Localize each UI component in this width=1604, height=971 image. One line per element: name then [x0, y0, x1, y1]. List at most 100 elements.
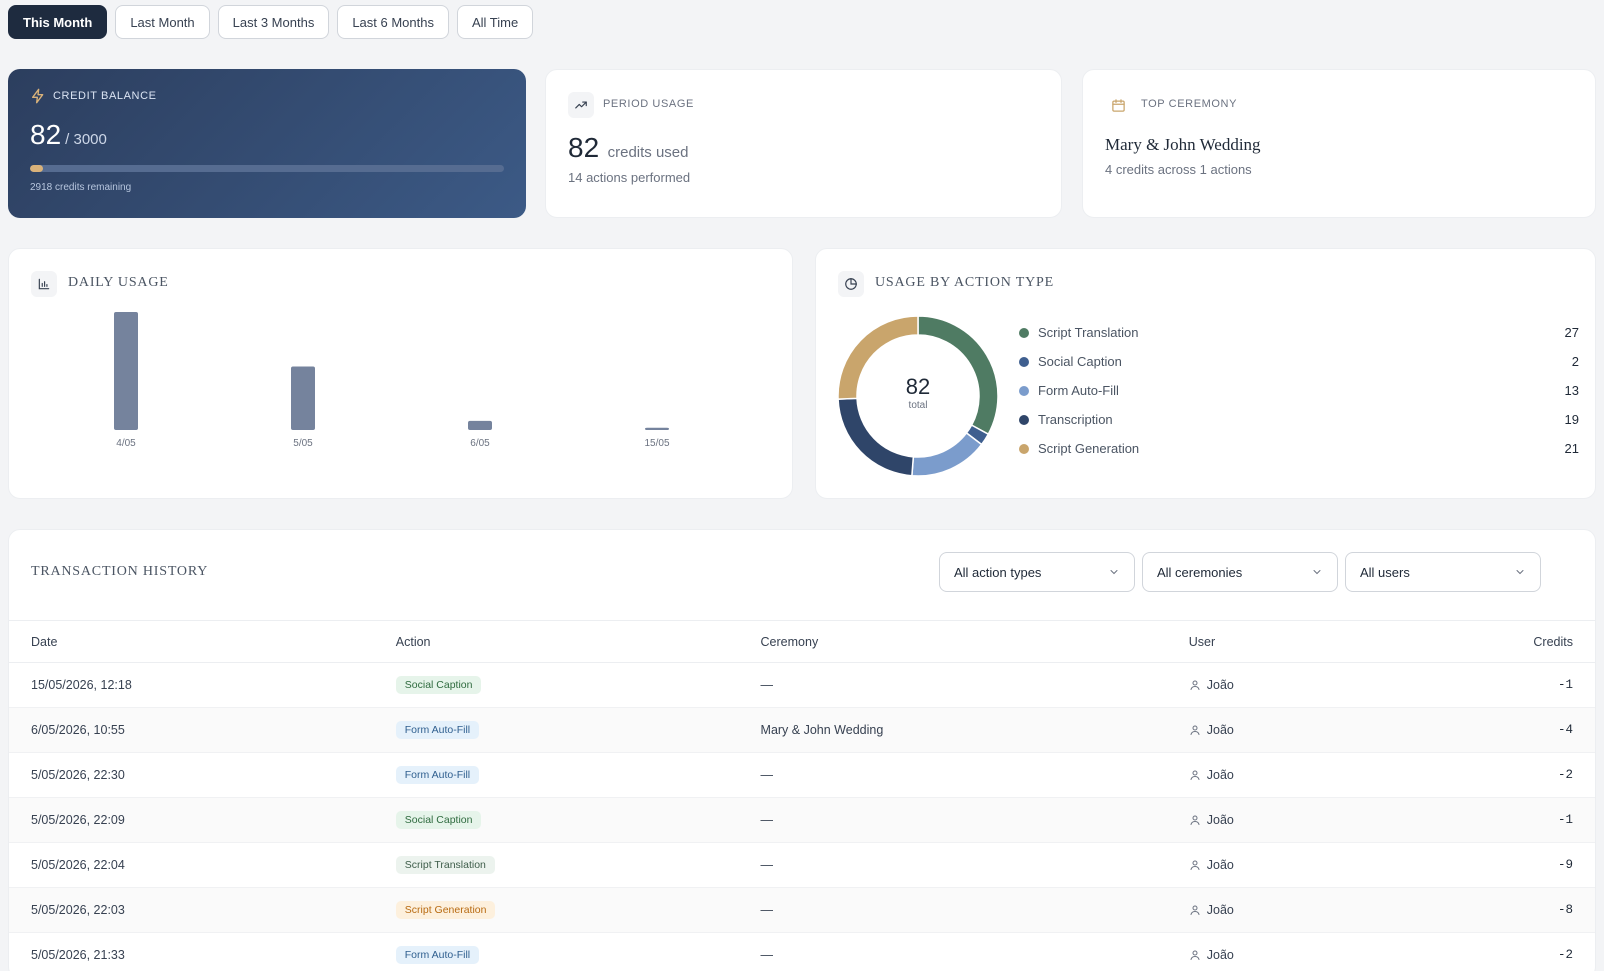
date-cell: 15/05/2026, 12:18	[9, 662, 374, 708]
table-row[interactable]: 15/05/2026, 12:18 Social Caption — João -1	[9, 662, 1595, 708]
action-badge: Social Caption	[395, 811, 482, 829]
user-cell: João	[1166, 842, 1421, 888]
legend-item: Script Translation 27	[1019, 325, 1579, 340]
legend-item: Social Caption 2	[1019, 354, 1579, 369]
legend-label: Transcription	[1038, 412, 1113, 427]
filter-label: All users	[1360, 564, 1410, 580]
bar-5/05[interactable]	[291, 366, 315, 430]
user-name: João	[1206, 723, 1234, 737]
legend-label: Script Translation	[1038, 325, 1139, 340]
donut-slice-form-auto-fill[interactable]	[911, 431, 983, 476]
period-tab-last-3-months[interactable]: Last 3 Months	[217, 5, 330, 39]
action-cell: Form Auto-Fill	[373, 752, 739, 798]
user-name: João	[1206, 813, 1234, 827]
chevron-down-icon	[1516, 570, 1524, 575]
column-header-ceremony: Ceremony	[738, 620, 1167, 663]
ceremony-cell: —	[738, 932, 1167, 971]
credits-cell: -2	[1420, 752, 1595, 798]
period-usage-caption: PERIOD USAGE	[603, 98, 694, 110]
user-cell: João	[1166, 932, 1421, 971]
user-icon	[1190, 860, 1200, 870]
user-icon	[1190, 680, 1200, 690]
balance-number: 82	[30, 119, 62, 150]
period-tab-last-month[interactable]: Last Month	[115, 5, 210, 39]
chevron-down-icon	[1313, 570, 1321, 575]
balance-total: / 3000	[65, 131, 107, 148]
period-usage-card: PERIOD USAGE 82 credits used 14 actions …	[545, 69, 1062, 218]
period-usage-value: 82 credits used	[568, 132, 688, 164]
action-cell: Form Auto-Fill	[373, 932, 739, 971]
x-tick-label: 6/05	[470, 438, 490, 449]
user-name: João	[1206, 858, 1234, 872]
ceremony-cell: —	[738, 797, 1167, 843]
user-name: João	[1206, 768, 1234, 782]
credits-cell: -8	[1420, 887, 1595, 933]
top-ceremony-sub: 4 credits across 1 actions	[1105, 162, 1252, 177]
table-row[interactable]: 5/05/2026, 22:09 Social Caption — João -1	[9, 797, 1595, 843]
actions-performed: 14 actions performed	[568, 170, 691, 185]
ceremony-cell: —	[738, 752, 1167, 798]
transaction-history-card: TRANSACTION HISTORY All action types All …	[8, 529, 1596, 971]
history-table-body: 15/05/2026, 12:18 Social Caption — João -1 6/…	[9, 662, 1595, 971]
action-cell: Form Auto-Fill	[373, 707, 739, 753]
bar-15/05[interactable]	[645, 427, 669, 430]
action-cell: Social Caption	[373, 662, 739, 708]
column-header-credits: Credits	[1420, 620, 1595, 663]
user-cell: João	[1166, 752, 1421, 798]
x-tick-label: 4/05	[116, 438, 136, 449]
daily-usage-card: DAILY USAGE 4/05 5/05 6/05 15/05	[8, 248, 793, 499]
action-badge: Social Caption	[395, 676, 482, 694]
date-cell: 5/05/2026, 21:33	[9, 932, 374, 971]
legend-value: 19	[1564, 412, 1579, 427]
ceremony-cell: —	[738, 887, 1167, 933]
transaction-history-title: TRANSACTION HISTORY	[31, 564, 209, 579]
credits-cell: -1	[1420, 797, 1595, 843]
chevron-down-icon	[1110, 570, 1118, 575]
usage-by-type-title: USAGE BY ACTION TYPE	[875, 275, 1054, 290]
donut-total: 82	[905, 374, 931, 399]
user-icon	[1190, 725, 1200, 735]
ceremony-filter[interactable]: All ceremonies	[1142, 552, 1338, 592]
action-badge: Script Generation	[395, 901, 496, 919]
credit-balance-caption: CREDIT BALANCE	[53, 90, 157, 102]
credits-cell: -4	[1420, 707, 1595, 753]
column-header-date: Date	[9, 620, 374, 663]
pie-chart-icon	[838, 271, 864, 297]
period-tab-all-time[interactable]: All Time	[456, 5, 534, 39]
action-badge: Script Translation	[395, 856, 495, 874]
bar-6/05[interactable]	[468, 420, 492, 430]
usage-number: 82	[568, 132, 600, 163]
table-row[interactable]: 5/05/2026, 22:03 Script Generation — João -8	[9, 887, 1595, 933]
x-tick-label: 15/05	[644, 438, 669, 449]
user-name: João	[1206, 678, 1234, 692]
table-row[interactable]: 6/05/2026, 10:55 Form Auto-Fill Mary & Joh…	[9, 707, 1595, 753]
table-header-row: Date Action Ceremony User Credits	[9, 620, 1595, 663]
user-filter[interactable]: All users	[1345, 552, 1541, 592]
action-badge: Form Auto-Fill	[395, 766, 480, 784]
legend-item: Form Auto-Fill 13	[1019, 383, 1579, 398]
credits-remaining: 2918 credits remaining	[30, 182, 132, 193]
top-ceremony-name: Mary & John Wedding	[1105, 135, 1261, 154]
legend-value: 2	[1571, 354, 1579, 369]
history-table-wrap: Date Action Ceremony User Credits 15/05/2026…	[9, 620, 1595, 971]
credit-balance-card: CREDIT BALANCE 82/ 3000 2918 credits rem…	[8, 69, 526, 218]
credit-balance-value: 82/ 3000	[30, 119, 107, 151]
table-row[interactable]: 5/05/2026, 22:04 Script Translation — João -…	[9, 842, 1595, 888]
period-tab-this-month[interactable]: This Month	[8, 5, 108, 39]
bar-4/05[interactable]	[114, 312, 138, 430]
legend-item: Script Generation 21	[1019, 441, 1579, 456]
user-cell: João	[1166, 662, 1421, 708]
legend-value: 13	[1564, 383, 1579, 398]
period-tabs: This Month Last Month Last 3 Months Last 6 …	[8, 5, 534, 39]
action-cell: Script Translation	[373, 842, 739, 888]
legend-value: 21	[1564, 441, 1579, 456]
table-row[interactable]: 5/05/2026, 22:30 Form Auto-Fill — João -2	[9, 752, 1595, 798]
user-icon	[1190, 770, 1200, 780]
usage-by-type-card: USAGE BY ACTION TYPE 82 total Script Tra…	[815, 248, 1596, 499]
user-icon	[1190, 905, 1200, 915]
action-type-filter[interactable]: All action types	[939, 552, 1135, 592]
period-tab-last-6-months[interactable]: Last 6 Months	[337, 5, 449, 39]
ceremony-cell: —	[738, 662, 1167, 708]
table-row[interactable]: 5/05/2026, 21:33 Form Auto-Fill — João -2	[9, 932, 1595, 971]
user-icon	[1190, 950, 1200, 960]
